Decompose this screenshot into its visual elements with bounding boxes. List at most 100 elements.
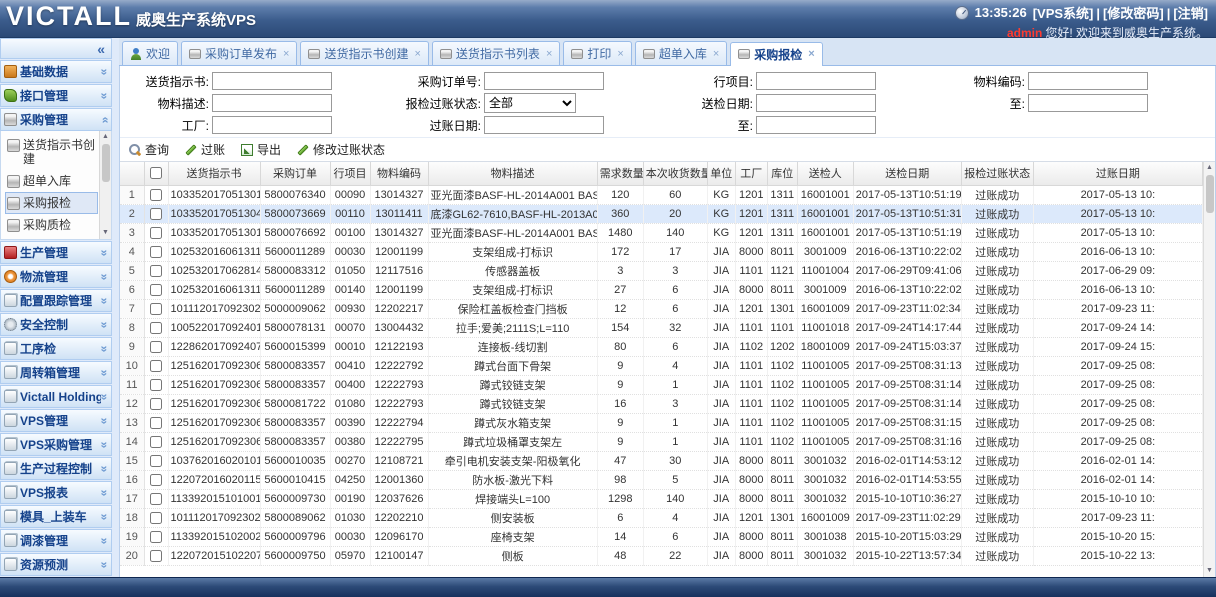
sidebar-item-delivery-instruction-create[interactable]: 送货指示书创建 [5,134,98,170]
column-header-0[interactable]: 送货指示书 [168,162,260,185]
select-all-header[interactable] [144,162,168,185]
sidebar-group-logistics-mgmt[interactable]: 物流管理» [0,265,112,288]
sidebar-group-base-data[interactable]: 基础数据» [0,60,112,83]
tab-purchase-order-publish[interactable]: 采购订单发布× [181,41,297,65]
table-row[interactable]: 2012207201510220756000097500597012100147… [120,546,1203,565]
column-header-5[interactable]: 需求数量 [597,162,643,185]
table-row[interactable]: 710111201709230250000090620093012202217保… [120,299,1203,318]
sidebar-group-resource-forecast[interactable]: 资源预测» [0,553,112,576]
scroll-up-icon[interactable]: ▲ [102,131,109,143]
table-row[interactable]: 1911339201510200256000097960003012096170… [120,527,1203,546]
sidebar-group-mold-loading[interactable]: 模具_上装车» [0,505,112,528]
sidebar-group-turnover-box-mgmt[interactable]: 周转箱管理» [0,361,112,384]
sidebar-group-config-track-mgmt[interactable]: 配置跟踪管理» [0,289,112,312]
sidebar-item-purchase-inspection[interactable]: 采购报检 [5,192,98,214]
table-row[interactable]: 810052201709240158000781310007013004432拉… [120,318,1203,337]
tab-purchase-inspection[interactable]: 采购报检× [730,42,822,66]
row-checkbox[interactable] [150,341,162,353]
row-checkbox[interactable] [150,227,162,239]
table-row[interactable]: 1412516201709230658000833570038012222795… [120,432,1203,451]
table-row[interactable]: 210335201705130458000736690011013011411底… [120,204,1203,223]
table-row[interactable]: 1012516201709230658000833570041012222792… [120,356,1203,375]
close-icon[interactable]: × [808,48,814,60]
submenu-scrollbar[interactable]: ▲▼ [99,131,111,239]
tab-welcome[interactable]: 欢迎 [122,41,178,65]
row-checkbox[interactable] [150,455,162,467]
table-row[interactable]: 1112516201709230658000833570040012222793… [120,375,1203,394]
column-header-7[interactable]: 单位 [707,162,735,185]
close-icon[interactable]: × [414,48,420,60]
sidebar-group-vps-mgmt[interactable]: VPS管理» [0,409,112,432]
sidebar-group-production-process-control[interactable]: 生产过程控制» [0,457,112,480]
export-button[interactable]: 导出 [241,141,281,158]
column-header-10[interactable]: 送检人 [797,162,853,185]
posting-status-select[interactable]: 全部 [484,93,576,113]
inspection-date-from-input[interactable] [756,94,876,112]
purchase-order-no-input[interactable] [484,72,604,90]
row-checkbox[interactable] [150,474,162,486]
header-link[interactable]: [注销] [1173,6,1208,21]
column-header-1[interactable]: 采购订单 [260,162,330,185]
column-header-13[interactable]: 过账日期 [1033,162,1202,185]
column-header-12[interactable]: 报检过账状态 [961,162,1033,185]
row-checkbox[interactable] [150,436,162,448]
row-checkbox[interactable] [150,284,162,296]
sidebar-group-interface-mgmt[interactable]: 接口管理» [0,84,112,107]
header-link[interactable]: [修改密码] [1103,6,1164,21]
close-icon[interactable]: × [283,48,289,60]
close-icon[interactable]: × [546,48,552,60]
tab-over-order-inbound[interactable]: 超单入库× [635,41,727,65]
table-scrollbar[interactable]: ▲ ▼ [1203,162,1215,577]
sidebar-group-process-inspection[interactable]: 工序检» [0,337,112,360]
row-checkbox[interactable] [150,398,162,410]
table-row[interactable]: 912286201709240756000153990001012122193连… [120,337,1203,356]
row-checkbox[interactable] [150,360,162,372]
sidebar-splitter[interactable] [112,38,119,577]
query-button[interactable]: 查询 [128,141,169,158]
row-checkbox[interactable] [150,512,162,524]
row-checkbox[interactable] [150,246,162,258]
table-row[interactable]: 110335201705130158000763400009013014327亚… [120,185,1203,204]
column-header-2[interactable]: 行项目 [330,162,370,185]
scrollbar-thumb[interactable] [102,144,110,182]
row-checkbox[interactable] [150,550,162,562]
line-item-input[interactable] [756,72,876,90]
close-icon[interactable]: × [713,48,719,60]
scroll-down-icon[interactable]: ▼ [102,227,109,239]
column-header-3[interactable]: 物料编码 [370,162,428,185]
inspection-date-to-input[interactable] [1028,94,1148,112]
select-all-checkbox[interactable] [150,167,162,179]
table-row[interactable]: 1711339201510100156000097300019012037626… [120,489,1203,508]
sidebar-collapse-button[interactable]: « [0,38,112,59]
row-checkbox[interactable] [150,531,162,543]
sidebar-item-over-order-inbound[interactable]: 超单入库 [5,170,98,192]
scroll-up-icon[interactable]: ▲ [1206,162,1213,174]
row-checkbox[interactable] [150,417,162,429]
plant-input[interactable] [212,116,332,134]
column-header-11[interactable]: 送检日期 [853,162,961,185]
close-icon[interactable]: × [617,48,623,60]
scroll-down-icon[interactable]: ▼ [1206,565,1213,577]
tab-delivery-instruction-list[interactable]: 送货指示书列表× [432,41,560,65]
row-checkbox[interactable] [150,303,162,315]
sidebar-group-purchase-mgmt[interactable]: 采购管理» [0,108,112,131]
column-header-6[interactable]: 本次收货数量 [643,162,707,185]
material-desc-input[interactable] [212,94,332,112]
table-row[interactable]: 1612207201602011556000104150425012001360… [120,470,1203,489]
sidebar-item-purchase-quality-check[interactable]: 采购质检 [5,214,98,236]
header-link[interactable]: [VPS系统] [1033,6,1094,21]
row-checkbox[interactable] [150,265,162,277]
tab-delivery-instruction-create[interactable]: 送货指示书创建× [300,41,428,65]
post-button[interactable]: 过账 [185,141,225,158]
material-code-input[interactable] [1028,72,1148,90]
sidebar-group-victall-holding[interactable]: Victall Holding» [0,385,112,408]
column-header-8[interactable]: 工厂 [735,162,767,185]
sidebar-group-security-control[interactable]: 安全控制» [0,313,112,336]
column-header-9[interactable]: 库位 [767,162,797,185]
column-header-4[interactable]: 物料描述 [428,162,597,185]
table-row[interactable]: 1810111201709230258000890620103012202210… [120,508,1203,527]
sidebar-group-production-mgmt[interactable]: 生产管理» [0,241,112,264]
table-row[interactable]: 310335201705130158000766920010013014327亚… [120,223,1203,242]
sidebar-group-vps-purchase-mgmt[interactable]: VPS采购管理» [0,433,112,456]
scrollbar-thumb[interactable] [1206,175,1214,213]
